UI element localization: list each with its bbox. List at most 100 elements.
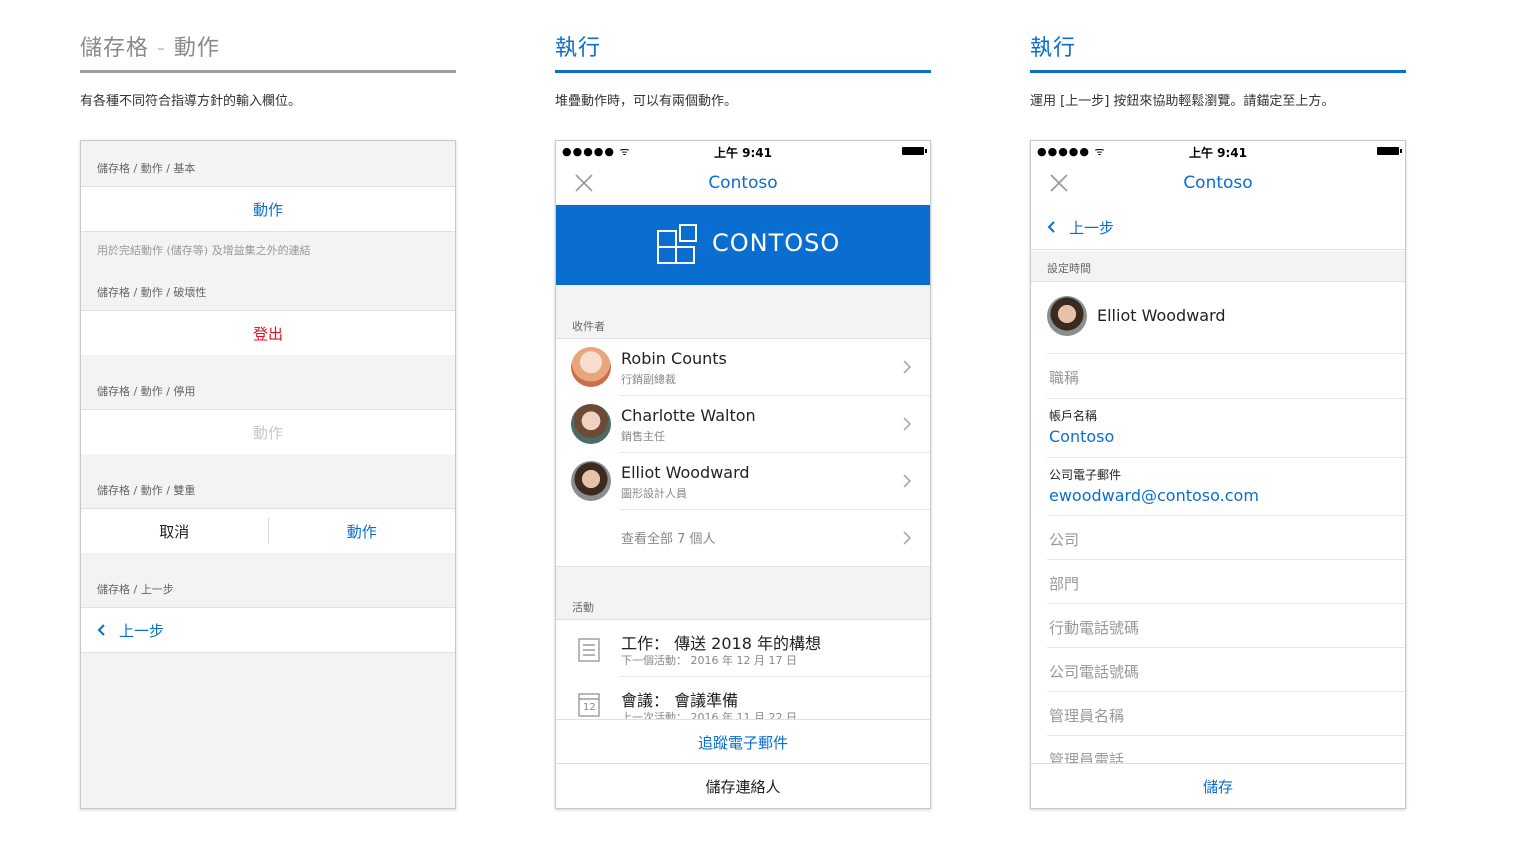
nav-bar: Contoso xyxy=(1031,161,1405,206)
section-header: 儲存格 / 上一步 xyxy=(81,553,455,607)
battery-icon xyxy=(1377,147,1402,155)
save-contact-button[interactable]: 儲存連絡人 xyxy=(556,763,930,808)
section-description: 堆疊動作時，可以有兩個動作。 xyxy=(555,94,738,109)
section-header: 儲存格 / 動作 / 停用 xyxy=(81,355,455,409)
section-label: 儲存格 / 動作 / 雙重 xyxy=(97,484,196,497)
section-label: 儲存格 / 動作 / 破壞性 xyxy=(97,286,207,299)
phone-frame: ●●●●● ᯤ 上午 9:41 Contoso CONTOSO 收件者 Robi… xyxy=(555,140,931,809)
back-button[interactable]: 上一步 xyxy=(81,607,455,653)
follow-email-button[interactable]: 追蹤電子郵件 xyxy=(556,719,930,764)
section-heading: 執行 xyxy=(555,30,931,73)
field-value: ewoodward@contoso.com xyxy=(1049,486,1259,505)
chevron-right-icon xyxy=(903,474,912,488)
section-header: 儲存格 / 動作 / 基本 xyxy=(81,141,455,186)
account-name-field[interactable]: 帳戶名稱 Contoso xyxy=(1047,399,1405,458)
basic-action-button[interactable]: 動作 xyxy=(81,186,455,232)
nav-title: Contoso xyxy=(708,173,778,193)
activity-date: 下一個活動： 2016 年 12 月 17 日 xyxy=(621,654,797,667)
office-phone-field[interactable]: 公司電話號碼 xyxy=(1047,648,1405,692)
recipient-item[interactable]: Elliot Woodward 圖形設計人員 xyxy=(556,453,930,510)
section-heading: 執行 xyxy=(1030,30,1406,73)
company-email-field[interactable]: 公司電子郵件 ewoodward@contoso.com xyxy=(1047,458,1405,516)
sign-out-button[interactable]: 登出 xyxy=(81,310,455,356)
cancel-button[interactable]: 取消 xyxy=(81,521,268,542)
brand-name: CONTOSO xyxy=(712,229,841,257)
activity-label: 活動 xyxy=(572,601,594,614)
section-label: 儲存格 / 動作 / 基本 xyxy=(97,162,196,175)
dual-action-row: 取消 動作 xyxy=(81,508,455,554)
back-button[interactable]: 上一步 xyxy=(1031,205,1405,250)
field-placeholder: 部門 xyxy=(1049,575,1080,593)
field-placeholder: 管理員電話 xyxy=(1049,751,1125,763)
section-label: 儲存格 / 上一步 xyxy=(97,583,174,596)
activity-title: 工作： 傳送 2018 年的構想 xyxy=(621,634,821,653)
company-field[interactable]: 公司 xyxy=(1047,516,1405,560)
field-placeholder: 行動電話號碼 xyxy=(1049,619,1140,637)
nav-title: Contoso xyxy=(1183,173,1253,193)
section-header: 儲存格 / 動作 / 雙重 xyxy=(81,454,455,508)
recipient-title: 銷售主任 xyxy=(621,430,665,443)
activity-title: 會議： 會議準備 xyxy=(621,691,739,710)
recipients-label: 收件者 xyxy=(572,320,605,333)
see-all-item[interactable]: 查看全部 7 個人 xyxy=(556,510,930,567)
avatar xyxy=(1047,296,1087,336)
heading-text: 儲存格 - 動作 xyxy=(80,36,220,61)
avatar xyxy=(571,461,611,501)
job-title-field[interactable]: 職稱 xyxy=(1047,354,1405,399)
recipient-name: Elliot Woodward xyxy=(621,463,750,482)
recipient-name: Charlotte Walton xyxy=(621,406,756,425)
brand-banner: CONTOSO xyxy=(556,205,930,285)
recipient-name: Robin Counts xyxy=(621,349,727,368)
field-placeholder: 公司電話號碼 xyxy=(1049,663,1140,681)
task-list-icon xyxy=(578,638,600,662)
activity-item[interactable]: 12 會議： 會議準備 上一次活動： 2016 年 11 月 22 日 xyxy=(556,677,930,720)
field-value: Contoso xyxy=(1049,427,1115,446)
back-label: 上一步 xyxy=(1069,218,1115,237)
activity-list: 工作： 傳送 2018 年的構想 下一個活動： 2016 年 12 月 17 日… xyxy=(556,619,930,720)
section-header: 儲存格 / 動作 / 破壞性 xyxy=(81,266,455,310)
chevron-left-icon xyxy=(97,624,105,636)
recipient-item[interactable]: Robin Counts 行銷副總裁 xyxy=(556,339,930,396)
avatar xyxy=(571,347,611,387)
person-name: Elliot Woodward xyxy=(1097,306,1226,325)
section-description: 運用 [上一步] 按鈕來協助輕鬆瀏覽。請錨定至上方。 xyxy=(1030,94,1335,109)
field-placeholder: 公司 xyxy=(1049,531,1080,549)
back-label: 上一步 xyxy=(119,621,165,640)
field-label: 帳戶名稱 xyxy=(1049,409,1098,423)
field-placeholder: 職稱 xyxy=(1049,369,1080,387)
phone-frame: ●●●●● ᯤ 上午 9:41 Contoso 上一步 設定時間 Elliot … xyxy=(1030,140,1406,809)
status-time: 上午 9:41 xyxy=(713,146,773,160)
section-heading: 儲存格 - 動作 xyxy=(80,30,456,73)
see-all-label: 查看全部 7 個人 xyxy=(621,532,716,547)
battery-icon xyxy=(902,147,927,155)
save-button[interactable]: 儲存 xyxy=(1031,763,1405,808)
mobile-phone-field[interactable]: 行動電話號碼 xyxy=(1047,604,1405,648)
manager-name-field[interactable]: 管理員名稱 xyxy=(1047,692,1405,736)
nav-bar: Contoso xyxy=(556,161,930,206)
cell-actions-frame: 儲存格 / 動作 / 基本 動作 用於完結動作 (儲存等) 及增益集之外的連結 … xyxy=(80,140,456,809)
section-description: 有各種不同符合指導方針的輸入欄位。 xyxy=(80,94,302,109)
status-bar: ●●●●● ᯤ 上午 9:41 xyxy=(556,141,930,161)
chevron-right-icon xyxy=(903,360,912,374)
recipient-item[interactable]: Charlotte Walton 銷售主任 xyxy=(556,396,930,453)
chevron-left-icon xyxy=(1047,221,1055,233)
section-label: 設定時間 xyxy=(1047,262,1091,275)
basic-note: 用於完結動作 (儲存等) 及增益集之外的連結 xyxy=(97,244,311,257)
recipient-title: 圖形設計人員 xyxy=(621,487,687,500)
activity-item[interactable]: 工作： 傳送 2018 年的構想 下一個活動： 2016 年 12 月 17 日 xyxy=(556,620,930,677)
department-field[interactable]: 部門 xyxy=(1047,560,1405,604)
disabled-action-button: 動作 xyxy=(81,409,455,455)
calendar-day: 12 xyxy=(583,702,596,713)
status-bar: ●●●●● ᯤ 上午 9:41 xyxy=(1031,141,1405,161)
action-button[interactable]: 動作 xyxy=(269,521,456,542)
manager-phone-field[interactable]: 管理員電話 xyxy=(1047,736,1405,763)
heading-text: 執行 xyxy=(555,36,602,61)
section-header: 設定時間 xyxy=(1031,251,1405,282)
avatar xyxy=(571,404,611,444)
heading-text: 執行 xyxy=(1030,36,1077,61)
recipient-title: 行銷副總裁 xyxy=(621,373,676,386)
contoso-logo-icon xyxy=(657,224,697,264)
person-row: Elliot Woodward xyxy=(1047,282,1405,354)
field-label: 公司電子郵件 xyxy=(1049,468,1122,482)
recipients-list: Robin Counts 行銷副總裁 Charlotte Walton 銷售主任… xyxy=(556,338,930,567)
